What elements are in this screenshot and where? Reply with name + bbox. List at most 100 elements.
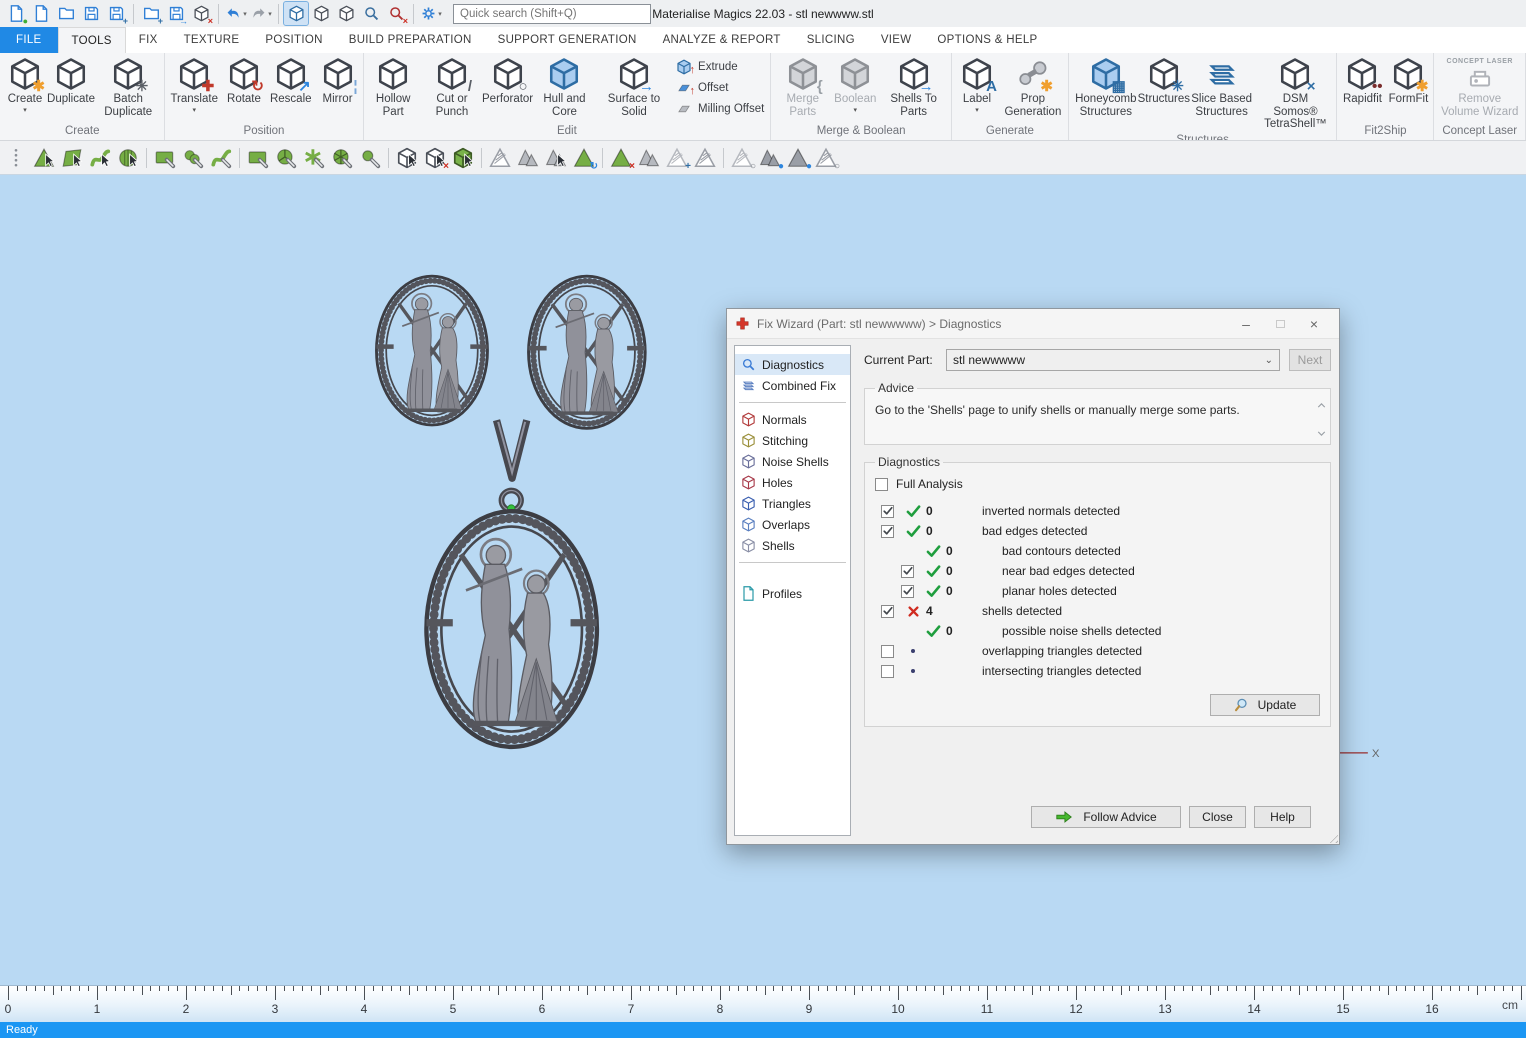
ribbon-button-batch-duplicate[interactable]: ✳Batch Duplicate [94, 55, 162, 119]
disc-selection-icon[interactable] [356, 144, 384, 172]
shade-marked-icon[interactable] [691, 144, 719, 172]
current-part-dropdown[interactable]: stl newwwww ⌄ [946, 349, 1280, 371]
import-part-icon[interactable]: + [139, 2, 163, 25]
scroll-down-icon[interactable] [1315, 427, 1328, 440]
select-plane-tool-icon[interactable] [58, 144, 86, 172]
mark-triangle-icon[interactable] [486, 144, 514, 172]
ribbon-button-duplicate[interactable]: Duplicate [48, 55, 94, 107]
diagnostic-checkbox[interactable] [901, 565, 914, 578]
pendant-model-right[interactable] [529, 276, 646, 428]
update-marked-icon[interactable]: ↻ [570, 144, 598, 172]
sidebar-item-normals[interactable]: Normals [735, 409, 850, 430]
ribbon-button-rapidfit[interactable]: ••Rapidfit [1339, 55, 1385, 107]
sidebar-item-holes[interactable]: Holes [735, 472, 850, 493]
diagnostic-checkbox[interactable] [881, 605, 894, 618]
ribbon-button-rescale[interactable]: ↗Rescale [267, 55, 315, 107]
tab-position[interactable]: POSITION [252, 27, 335, 53]
diagnostic-checkbox[interactable] [901, 585, 914, 598]
select-front-part-icon[interactable]: × [421, 144, 449, 172]
zoom-in-icon[interactable] [359, 2, 383, 25]
tab-slicing[interactable]: SLICING [794, 27, 868, 53]
dialog-maximize-button[interactable] [1263, 312, 1297, 336]
smooth-marked-icon[interactable]: ● [756, 144, 784, 172]
load-project-icon[interactable] [54, 2, 78, 25]
tab-build-preparation[interactable]: BUILD PREPARATION [336, 27, 485, 53]
ribbon-button-honeycomb-structures[interactable]: ▦Honeycomb Structures [1071, 55, 1141, 119]
tab-texture[interactable]: TEXTURE [171, 27, 253, 53]
rotate-view-icon[interactable] [334, 2, 358, 25]
bail-model[interactable] [497, 420, 527, 478]
sidebar-item-combined-fix[interactable]: Combined Fix [735, 375, 850, 396]
star-selection-icon[interactable] [300, 144, 328, 172]
select-shell-tool-icon[interactable] [114, 144, 142, 172]
quick-search-input[interactable] [453, 4, 651, 24]
delete-marked-icon[interactable]: × [607, 144, 635, 172]
ribbon-button-hollow-part[interactable]: Hollow Part [366, 55, 421, 119]
freeform-selection-icon[interactable] [207, 144, 235, 172]
select-through-part-icon[interactable] [393, 144, 421, 172]
invert-marked-icon[interactable] [635, 144, 663, 172]
ribbon-button-surface-to-solid[interactable]: →Surface to Solid [597, 55, 671, 119]
full-analysis-checkbox[interactable] [875, 478, 888, 491]
dialog-title-bar[interactable]: Fix Wizard (Part: stl newwwww) > Diagnos… [727, 309, 1339, 339]
tab-tools[interactable]: TOOLS [58, 27, 126, 53]
next-button[interactable]: Next [1289, 349, 1331, 371]
select-part-solid-icon[interactable] [449, 144, 477, 172]
dialog-minimize-button[interactable]: – [1229, 312, 1263, 336]
tab-options-help[interactable]: OPTIONS & HELP [924, 27, 1050, 53]
unload-part-icon[interactable]: × [189, 2, 213, 25]
ribbon-button-formfit[interactable]: ✱FormFit [1385, 55, 1431, 107]
tab-file[interactable]: FILE [0, 27, 58, 53]
toolbar-grip-icon[interactable] [2, 144, 30, 172]
ribbon-button-create[interactable]: ✱Create▾ [2, 55, 48, 115]
ribbon-button-extrude[interactable]: ↑Extrude [675, 58, 764, 76]
ribbon-button-milling-offset[interactable]: Milling Offset [675, 100, 764, 118]
zoom-to-selection-icon[interactable] [284, 2, 308, 25]
diagnostic-checkbox[interactable] [881, 665, 894, 678]
ribbon-button-merge-parts[interactable]: {Merge Parts [773, 55, 832, 119]
tab-fix[interactable]: FIX [126, 27, 171, 53]
sidebar-item-stitching[interactable]: Stitching [735, 430, 850, 451]
update-button[interactable]: Update [1210, 694, 1320, 716]
ribbon-button-cut-or-punch[interactable]: /Cut or Punch [421, 55, 483, 119]
tab-view[interactable]: VIEW [868, 27, 925, 53]
diagnostic-checkbox[interactable] [881, 525, 894, 538]
angle-marked-icon[interactable]: ○ [728, 144, 756, 172]
pendant-model-large[interactable] [426, 490, 596, 746]
pie-selection-icon[interactable] [272, 144, 300, 172]
window-selection-icon[interactable] [244, 144, 272, 172]
select-surface-tool-icon[interactable] [86, 144, 114, 172]
ribbon-button-translate[interactable]: ✚Translate▾ [167, 55, 221, 115]
tab-support-generation[interactable]: SUPPORT GENERATION [485, 27, 650, 53]
sidebar-item-noise-shells[interactable]: Noise Shells [735, 451, 850, 472]
undo-icon[interactable]: ▾ [224, 2, 248, 25]
sidebar-item-overlaps[interactable]: Overlaps [735, 514, 850, 535]
zoom-unzoom-icon[interactable]: × [384, 2, 408, 25]
close-button[interactable]: Close [1189, 806, 1246, 828]
sidebar-item-profiles[interactable]: Profiles [735, 583, 850, 604]
mark-plane-icon[interactable] [514, 144, 542, 172]
export-part-icon[interactable]: → [164, 2, 188, 25]
redo-icon[interactable]: ▾ [249, 2, 273, 25]
ribbon-button-label[interactable]: ALabel▾ [954, 55, 1000, 115]
help-button[interactable]: Help [1254, 806, 1311, 828]
new-project-icon[interactable] [29, 2, 53, 25]
ribbon-button-boolean[interactable]: Boolean▾ [832, 55, 878, 115]
fan-selection-icon[interactable] [328, 144, 356, 172]
settings-icon[interactable]: ▾ [419, 2, 443, 25]
sidebar-item-triangles[interactable]: Triangles [735, 493, 850, 514]
ribbon-button-slice-based-structures[interactable]: Slice Based Structures [1187, 55, 1257, 119]
save-project-as-icon[interactable]: + [104, 2, 128, 25]
mark-surface-icon[interactable] [542, 144, 570, 172]
ribbon-button-offset[interactable]: ↑Offset [675, 79, 764, 97]
ribbon-button-prop-generation[interactable]: ✱Prop Generation [1000, 55, 1066, 119]
pendant-model-left[interactable] [376, 276, 487, 425]
rectangle-selection-icon[interactable] [151, 144, 179, 172]
diagnostic-checkbox[interactable] [881, 645, 894, 658]
platform-scene-icon[interactable]: ● [4, 2, 28, 25]
ribbon-button-dsm-somos-tetrashell-[interactable]: ×DSM Somos® TetraShell™ [1256, 55, 1334, 132]
scroll-up-icon[interactable] [1315, 399, 1328, 412]
ribbon-button-structures[interactable]: ✳Structures [1141, 55, 1187, 107]
ribbon-button-hull-and-core[interactable]: Hull and Core [532, 55, 597, 119]
ribbon-button-shells-to-parts[interactable]: →Shells To Parts [878, 55, 949, 119]
